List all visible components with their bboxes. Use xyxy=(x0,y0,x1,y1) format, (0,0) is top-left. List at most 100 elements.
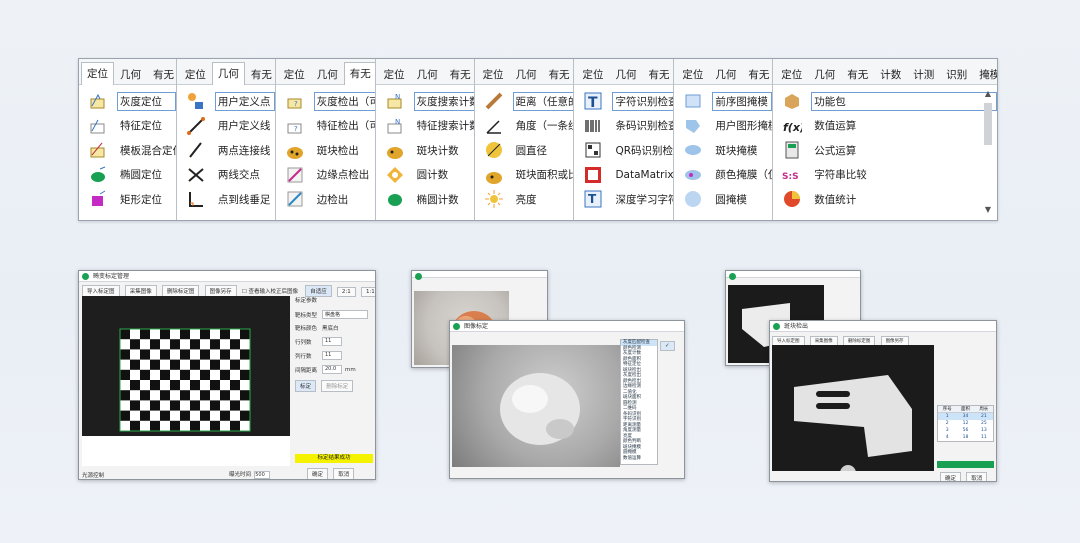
tool-item-label: 斑块面积或比率 xyxy=(515,169,574,182)
tab-定位[interactable]: 定位 xyxy=(775,64,808,84)
cancel-button[interactable]: 取消 xyxy=(333,468,355,479)
tool-item[interactable]: 特征定位 xyxy=(79,114,176,139)
tab-几何[interactable]: 几何 xyxy=(808,64,841,84)
tool-item[interactable]: QR码识别检查 xyxy=(574,138,673,163)
tab-定位[interactable]: 定位 xyxy=(477,64,510,84)
tab-有无[interactable]: 有无 xyxy=(245,64,275,84)
tool-item[interactable]: 矩形定位 xyxy=(79,187,176,212)
ellipse-count-icon xyxy=(385,189,405,209)
tool-item[interactable]: 圆掩模 xyxy=(674,187,772,212)
tool-item[interactable]: 两点连接线（可 xyxy=(177,138,275,163)
tab-有无[interactable]: 有无 xyxy=(841,64,874,84)
tool-item[interactable]: 圆计数 xyxy=(376,163,474,188)
table-cell: 12 xyxy=(962,421,969,426)
tab-计数[interactable]: 计数 xyxy=(874,64,907,84)
tool-item[interactable]: 亮度 xyxy=(475,187,574,212)
tool-item[interactable]: 公式运算 xyxy=(773,138,997,163)
table-row[interactable]: 1 34 21 xyxy=(938,413,993,420)
tool-item[interactable]: 两线交点 xyxy=(177,163,275,188)
tool-item-label: 字符识别检查 xyxy=(612,91,674,111)
confirm-button[interactable]: ✓ xyxy=(660,341,675,351)
tool-item[interactable]: 数值统计 xyxy=(773,187,997,212)
tool-item[interactable]: f(x) 数值运算 xyxy=(773,114,997,139)
cancel-button-2[interactable]: 取消 xyxy=(966,472,988,481)
tab-定位[interactable]: 定位 xyxy=(378,64,411,84)
tab-有无[interactable]: 有无 xyxy=(343,62,375,85)
ok-button-2[interactable]: 确定 xyxy=(940,472,962,481)
tool-item[interactable]: N 灰度搜索计数 xyxy=(376,89,474,114)
tab-有无[interactable]: 有无 xyxy=(147,64,176,84)
tool-item[interactable]: 斑块计数 xyxy=(376,138,474,163)
tab-几何[interactable]: 几何 xyxy=(709,64,742,84)
cols-input[interactable]: 11 xyxy=(322,351,342,360)
tool-item[interactable]: N 特征搜索计数 xyxy=(376,114,474,139)
tool-item[interactable]: 灰度定位 xyxy=(79,89,176,114)
list-item[interactable]: 数值运算 xyxy=(621,456,657,462)
scroll-up-icon[interactable]: ▲ xyxy=(983,89,993,98)
tab-几何[interactable]: 几何 xyxy=(311,64,344,84)
tool-item[interactable]: 边检出 xyxy=(276,187,375,212)
tool-item[interactable]: 角度（一条线或 xyxy=(475,114,573,139)
tab-有无[interactable]: 有无 xyxy=(543,64,574,84)
tab-有无[interactable]: 有无 xyxy=(642,64,673,84)
tool-item[interactable]: 距离（任意的点 xyxy=(475,89,574,114)
tab-有无[interactable]: 有无 xyxy=(742,64,772,84)
tool-item[interactable]: 模板混合定位 xyxy=(79,138,176,163)
tool-item[interactable]: 斑块掩模 xyxy=(674,138,772,163)
tab-计测[interactable]: 计测 xyxy=(907,64,940,84)
tool-item[interactable]: DataMatrix码识 xyxy=(574,163,673,188)
tab-掩模[interactable]: 掩模 xyxy=(973,64,997,84)
tool-item[interactable]: 用户图形掩模 xyxy=(674,114,772,139)
corrected-checkbox[interactable]: ☐ 查看输入校正后图像 xyxy=(242,289,298,295)
tool-item[interactable]: 用户定义点 xyxy=(177,89,275,114)
rows-input[interactable]: 11 xyxy=(322,337,342,346)
scroll-thumb[interactable] xyxy=(983,103,992,145)
tool-item[interactable]: 斑块面积或比率 xyxy=(475,163,574,188)
tool-item-label: 斑块检出 xyxy=(316,144,359,157)
tab-有无[interactable]: 有无 xyxy=(444,64,474,84)
delete-calibration-button[interactable]: 删除标定 xyxy=(321,380,354,392)
tab-定位[interactable]: 定位 xyxy=(576,64,609,84)
tool-item[interactable]: T 字符识别检查 xyxy=(574,89,674,114)
tab-几何[interactable]: 几何 xyxy=(114,64,147,84)
tool-item[interactable]: 边缘点检出 xyxy=(276,163,375,188)
tool-item[interactable]: 用户定义线 xyxy=(177,114,275,139)
tool-item[interactable]: 圆直径 xyxy=(475,138,574,163)
tool-item[interactable]: ? 灰度检出（可用 xyxy=(276,89,375,114)
tool-item-label: 两点连接线（可 xyxy=(217,144,275,157)
scroll-down-icon[interactable]: ▼ xyxy=(983,205,993,214)
tab-几何[interactable]: 几何 xyxy=(211,62,245,85)
table-row[interactable]: 2 12 25 xyxy=(938,420,993,427)
table-row[interactable]: 3 56 13 xyxy=(938,427,993,434)
tab-识别[interactable]: 识别 xyxy=(940,64,973,84)
tab-定位[interactable]: 定位 xyxy=(81,62,114,85)
spacing-input[interactable]: 20.0 xyxy=(322,365,342,374)
tab-几何[interactable]: 几何 xyxy=(510,64,543,84)
tool-item[interactable]: 功能包 xyxy=(773,89,997,114)
tab-定位[interactable]: 定位 xyxy=(676,64,709,84)
scrollbar[interactable]: ▲ ▼ xyxy=(983,89,993,214)
cols-label: 列行数 xyxy=(295,353,312,360)
tool-item[interactable]: S:S 字符串比较 xyxy=(773,163,997,188)
exposure-input[interactable]: 500 xyxy=(254,471,271,479)
tool-item[interactable]: 椭圆计数 xyxy=(376,187,474,212)
calibrate-button[interactable]: 标定 xyxy=(295,380,317,392)
tool-item[interactable]: 点到线垂足 xyxy=(177,187,275,212)
tool-item[interactable]: T 深度学习字符识 xyxy=(574,187,673,212)
tool-item[interactable]: ? 特征检出（可用 xyxy=(276,114,375,139)
tab-几何[interactable]: 几何 xyxy=(411,64,444,84)
tool-item[interactable]: 斑块检出 xyxy=(276,138,375,163)
target-type-select[interactable]: 棋盘格 xyxy=(322,310,368,319)
table-row[interactable]: 4 18 11 xyxy=(938,434,993,441)
ok-button[interactable]: 确定 xyxy=(307,468,329,479)
tab-几何[interactable]: 几何 xyxy=(609,64,642,84)
tool-item[interactable]: 前序图掩模 xyxy=(674,89,773,114)
tool-panel: 定位几何有无计用户定义点用户定义线两点连接线（可两线交点点到线垂足 xyxy=(176,59,276,220)
tool-item[interactable]: 椭圆定位 xyxy=(79,163,176,188)
tab-定位[interactable]: 定位 xyxy=(179,64,212,84)
tab-定位[interactable]: 定位 xyxy=(278,64,311,84)
target-color-radio[interactable]: 黑底白 xyxy=(322,324,339,332)
tool-item[interactable]: 颜色掩膜（仅彩 xyxy=(674,163,772,188)
tool-item[interactable]: 条码识别检查 xyxy=(574,114,673,139)
spacing-label: 间隔距离 xyxy=(295,367,318,374)
